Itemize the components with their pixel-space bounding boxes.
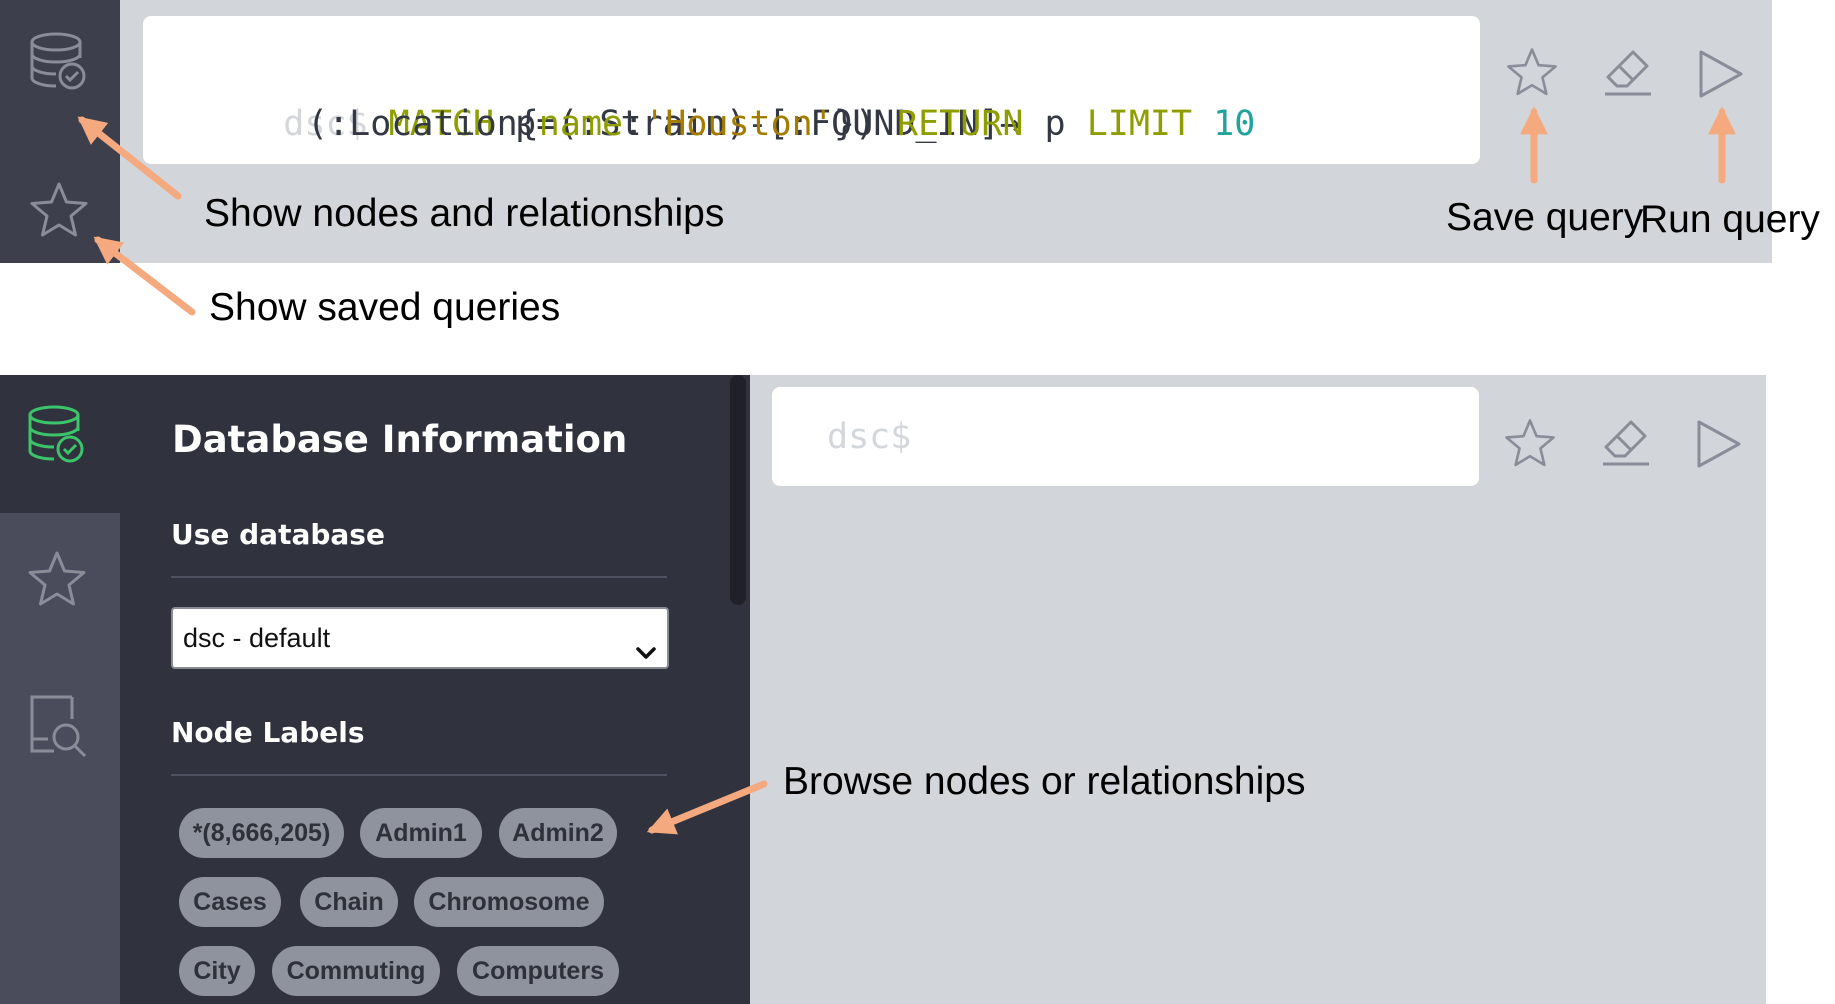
arrow-to-database-icon (77, 116, 182, 200)
annotation-arrows (77, 106, 1736, 835)
arrow-to-node-labels (646, 780, 768, 835)
annotation-run-query: Run query (1640, 198, 1820, 241)
annotation-browse: Browse nodes or relationships (783, 760, 1306, 803)
annotation-saved-queries: Show saved queries (209, 286, 561, 329)
annotation-show-nodes: Show nodes and relationships (204, 192, 725, 235)
annotation-save-query: Save query (1446, 196, 1644, 239)
arrow-to-star-icon (93, 236, 196, 316)
